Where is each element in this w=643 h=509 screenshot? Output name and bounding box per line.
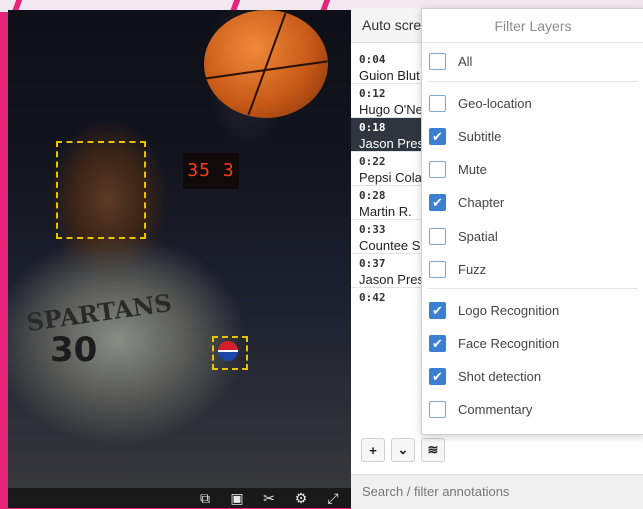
fullscreen-icon[interactable]: ⤢ [323, 490, 343, 507]
scoreboard: 35 3 [183, 153, 239, 189]
face-detection-box[interactable] [56, 141, 146, 239]
checkbox[interactable] [429, 52, 446, 70]
divider [422, 42, 643, 43]
jersey-number: 30 [50, 330, 98, 370]
filter-option-label: Spatial [458, 228, 498, 244]
filter-option-label: Commentary [458, 401, 533, 417]
video-toolbar: ⧉ ▣ ✂ ⚙ ⤢ [8, 488, 351, 508]
filter-option-shot-detection[interactable]: ✔ Shot detection [429, 366, 541, 386]
filter-option-label: Chapter [458, 194, 505, 210]
filter-option-label: Fuzz [458, 261, 487, 277]
filter-option-all[interactable]: All [429, 51, 472, 71]
search-input[interactable] [360, 483, 634, 500]
panel-actions: + ⌄ ≋ [361, 438, 445, 462]
gear-icon[interactable]: ⚙ [291, 490, 311, 507]
checkbox-checked[interactable]: ✔ [429, 301, 446, 319]
checkbox-checked[interactable]: ✔ [429, 367, 446, 385]
filter-option-face-recognition[interactable]: ✔ Face Recognition [429, 333, 559, 353]
filter-option-label: Logo Recognition [458, 302, 560, 318]
checkbox-checked[interactable]: ✔ [429, 334, 446, 352]
crop-icon[interactable]: ⧉ [195, 490, 215, 507]
filter-option-spatial[interactable]: Spatial [429, 226, 498, 246]
filter-option-commentary[interactable]: Commentary [429, 399, 532, 419]
filter-option-label: Mute [458, 161, 487, 177]
layers-icon[interactable]: ≋ [421, 438, 445, 462]
filter-option-label: All [458, 53, 473, 69]
filter-option-chapter[interactable]: ✔ Chapter [429, 192, 504, 212]
chevron-down-icon[interactable]: ⌄ [391, 438, 415, 462]
checkbox[interactable] [429, 94, 446, 112]
filter-option-subtitle[interactable]: ✔ Subtitle [429, 126, 501, 146]
divider [428, 288, 638, 289]
filter-layers-dropdown: Filter Layers All Geo-location ✔ Subtitl… [421, 8, 643, 435]
filter-option-geo-location[interactable]: Geo-location [429, 93, 532, 113]
panel-title: Auto scre [362, 17, 422, 33]
filter-option-label: Geo-location [458, 95, 532, 111]
filter-option-mute[interactable]: Mute [429, 159, 487, 179]
jersey-text: SPARTANS [24, 287, 174, 338]
checkbox[interactable] [429, 400, 446, 418]
frame-icon[interactable]: ▣ [227, 490, 247, 507]
filter-option-label: Face Recognition [458, 335, 560, 351]
checkbox-checked[interactable]: ✔ [429, 193, 446, 211]
filter-option-fuzz[interactable]: Fuzz [429, 259, 486, 279]
checkbox[interactable] [429, 260, 446, 278]
filter-option-logo-recognition[interactable]: ✔ Logo Recognition [429, 300, 559, 320]
add-annotation-button[interactable]: + [361, 438, 385, 462]
logo-detection-box[interactable] [212, 336, 248, 370]
scissors-icon[interactable]: ✂ [259, 490, 279, 507]
checkbox[interactable] [429, 160, 446, 178]
filter-option-label: Subtitle [458, 128, 502, 144]
video-player[interactable]: 35 3 SPARTANS 30 ⧉ ▣ ✂ ⚙ ⤢ [8, 10, 351, 508]
checkbox-checked[interactable]: ✔ [429, 127, 446, 145]
basketball [204, 10, 328, 118]
search-bar [351, 474, 643, 509]
filter-option-label: Shot detection [458, 368, 542, 384]
divider [428, 81, 638, 82]
filter-title: Filter Layers [494, 18, 572, 34]
checkbox[interactable] [429, 227, 446, 245]
